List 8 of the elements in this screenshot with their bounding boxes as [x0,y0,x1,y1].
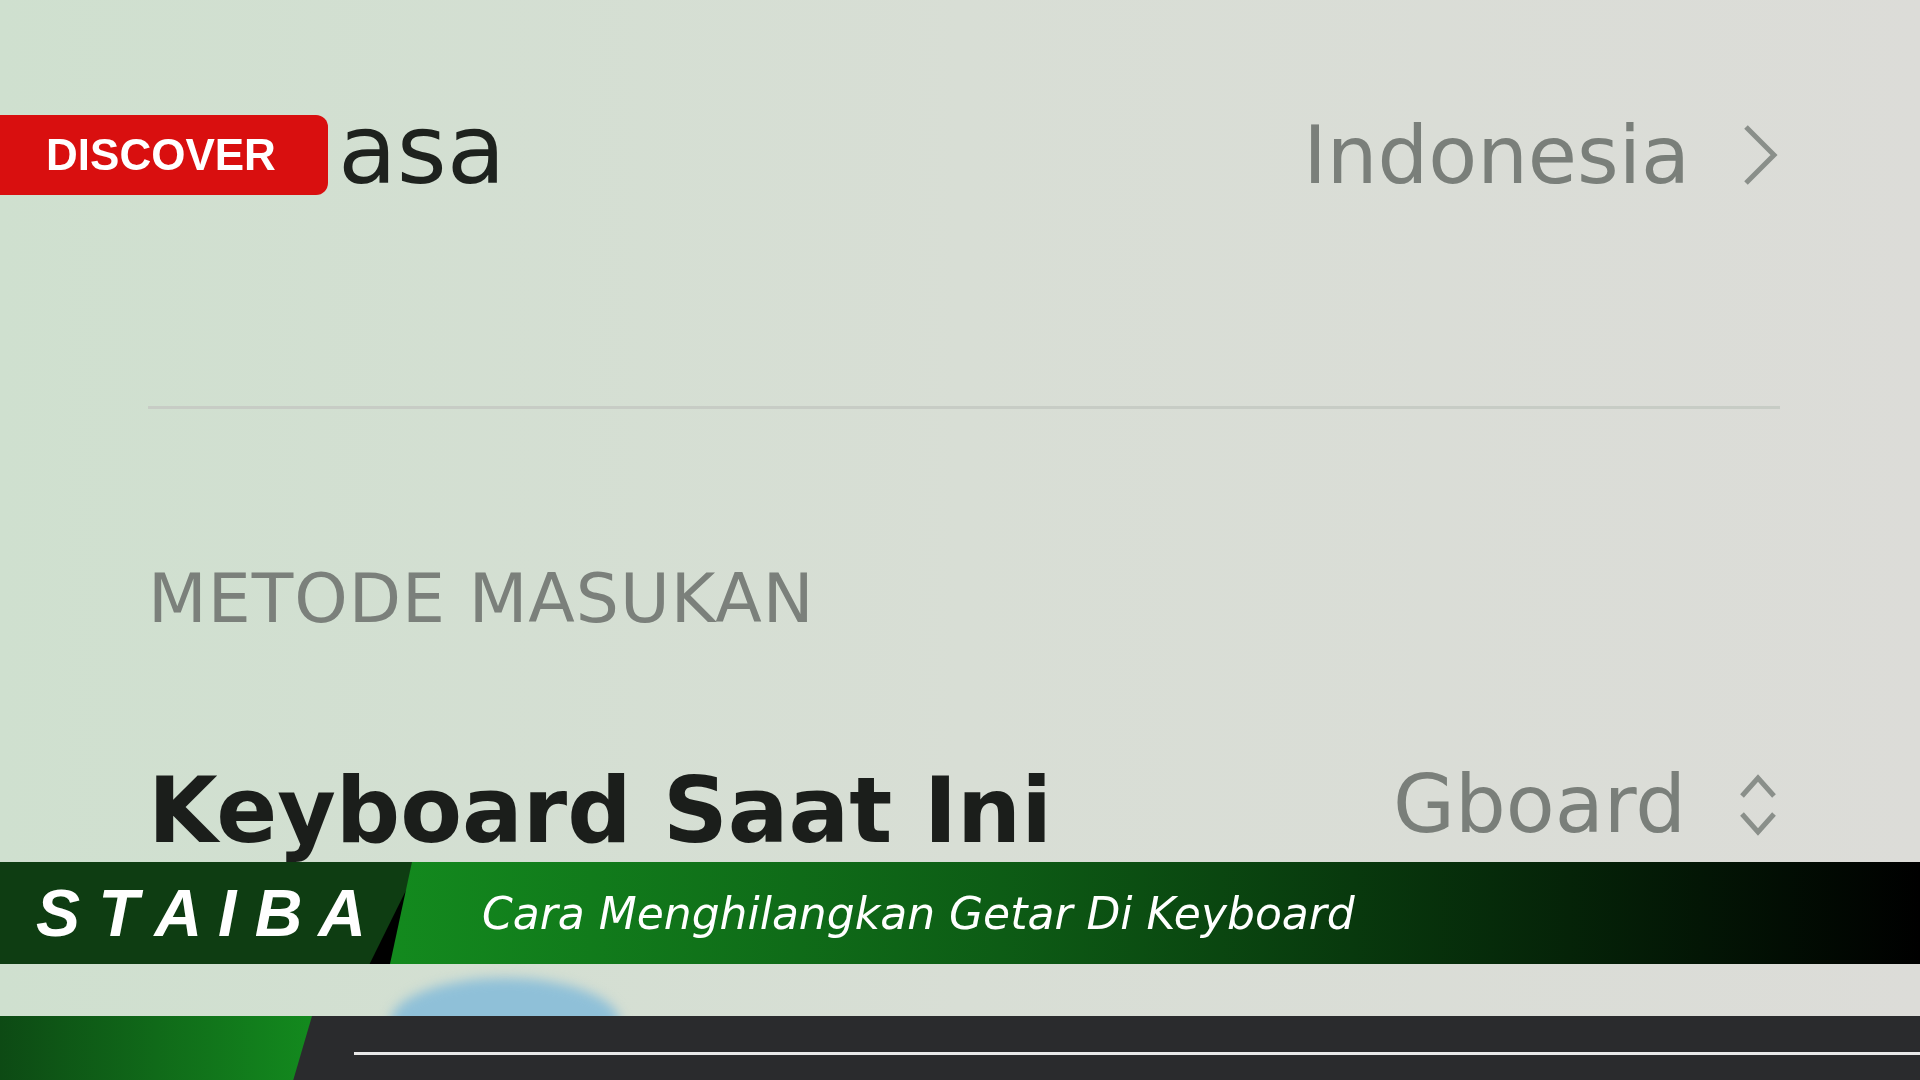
setting-value: Gboard [1393,758,1686,851]
brand-name: S T A I B A [36,875,366,951]
article-title: Cara Menghilangkan Getar Di Keyboard [482,887,1355,939]
setting-value: Indonesia [1303,108,1690,202]
category-badge: DISCOVER [0,115,328,195]
setting-label: Keyboard Saat Ini [148,758,1053,862]
section-header: METODE MASUKAN [148,559,816,638]
setting-label: asa [338,94,506,206]
